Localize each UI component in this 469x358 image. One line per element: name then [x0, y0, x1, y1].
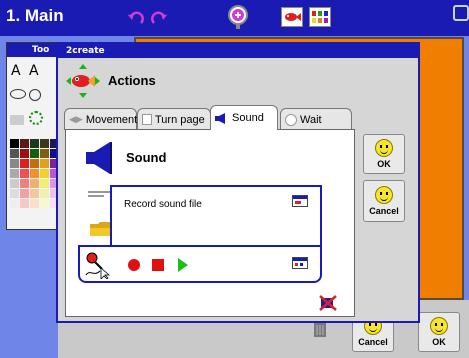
- file-window-icon[interactable]: [292, 195, 308, 207]
- tab-wait[interactable]: Wait: [280, 108, 352, 130]
- text-outline-tool-icon[interactable]: A: [29, 63, 39, 79]
- record-controls-panel: [78, 245, 322, 283]
- record-sound-label: Record sound file: [124, 199, 202, 210]
- delete-sound-icon[interactable]: [318, 294, 338, 312]
- undo-icon[interactable]: [128, 9, 144, 27]
- folder-icon[interactable]: [90, 220, 112, 238]
- file-line-icon: [88, 188, 110, 197]
- arrows-icon: ◀▶: [69, 114, 83, 124]
- lasso-tool-icon[interactable]: [29, 111, 43, 125]
- properties-window-icon[interactable]: [292, 257, 308, 269]
- redo-icon[interactable]: [151, 9, 167, 27]
- fish-icon: [66, 64, 100, 98]
- ellipse-tool-icon[interactable]: [10, 89, 26, 99]
- tab-sound[interactable]: Sound: [210, 105, 278, 130]
- page-icon: [142, 114, 152, 125]
- text-tool-icon[interactable]: A: [11, 63, 21, 79]
- tools-panel-title: Too: [7, 43, 61, 57]
- ok-label: OK: [377, 159, 391, 169]
- play-button[interactable]: [178, 258, 188, 272]
- actions-dialog: 2create Actions ◀▶ Movement Turn page So…: [56, 42, 420, 323]
- smiley-icon: [430, 317, 448, 335]
- dialog-title-bar: 2create: [58, 44, 418, 58]
- color-palette[interactable]: [10, 139, 60, 227]
- sound-heading: Sound: [126, 150, 167, 165]
- tab-movement[interactable]: ◀▶ Movement: [64, 108, 137, 130]
- dialog-heading: Actions: [108, 73, 156, 88]
- tools-panel: Too A A: [6, 42, 61, 230]
- tab-sound-label: Sound: [232, 112, 264, 124]
- record-button[interactable]: [128, 259, 140, 271]
- cancel-label: Cancel: [369, 206, 399, 216]
- sound-file-panel: Record sound file: [110, 185, 322, 245]
- pattern-tool-icon[interactable]: [10, 115, 24, 125]
- circle-tool-icon[interactable]: [29, 89, 41, 101]
- stop-button[interactable]: [152, 259, 164, 271]
- close-icon[interactable]: [453, 5, 469, 21]
- zoom-icon[interactable]: [226, 4, 250, 30]
- tab-movement-label: Movement: [85, 113, 138, 126]
- tab-turn-page-label: Turn page: [155, 113, 205, 126]
- fish-icon[interactable]: [281, 7, 303, 27]
- bottom-ok-label: OK: [432, 337, 446, 347]
- ok-button[interactable]: OK: [363, 134, 405, 174]
- bottom-cancel-label: Cancel: [358, 337, 388, 347]
- page-title: 1. Main: [6, 6, 64, 25]
- smiley-icon: [375, 139, 393, 157]
- bottom-ok-button[interactable]: OK: [418, 312, 460, 352]
- tab-turn-page[interactable]: Turn page: [137, 108, 211, 130]
- speaker-icon: [86, 142, 114, 174]
- sound-tab-panel: Sound Record sound file: [65, 129, 355, 317]
- clock-icon: [285, 113, 297, 126]
- cancel-button[interactable]: Cancel: [363, 180, 405, 222]
- speaker-icon: [215, 112, 225, 124]
- tab-wait-label: Wait: [300, 113, 322, 126]
- microphone-icon[interactable]: [84, 251, 111, 280]
- smiley-icon: [375, 186, 393, 204]
- palette-icon[interactable]: [309, 7, 331, 27]
